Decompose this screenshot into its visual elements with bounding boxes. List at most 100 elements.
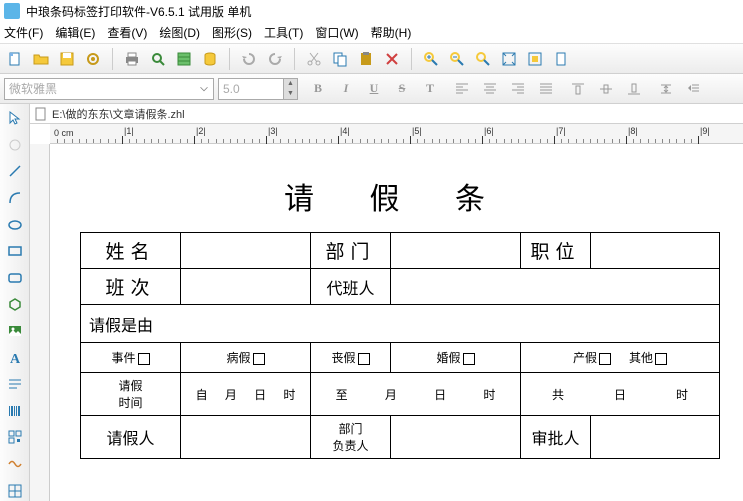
cell-time-from[interactable]: 自月日时	[181, 373, 311, 416]
spacing-button[interactable]	[654, 78, 678, 100]
qrcode-tool[interactable]	[4, 427, 26, 448]
underline-button[interactable]: U	[362, 78, 386, 100]
cell-name-value[interactable]	[181, 233, 311, 269]
italic-button[interactable]: I	[334, 78, 358, 100]
cell-pos-value[interactable]	[591, 233, 720, 269]
wave-tool[interactable]	[4, 454, 26, 475]
cell-time-total[interactable]: 共日时	[521, 373, 720, 416]
preview-button[interactable]	[147, 48, 169, 70]
window-title: 中琅条码标签打印软件-V6.5.1 试用版 单机	[26, 3, 251, 20]
ruler-unit: 0 cm	[54, 128, 74, 138]
bold-button[interactable]: B	[306, 78, 330, 100]
valign-middle-button[interactable]	[594, 78, 618, 100]
align-center-button[interactable]	[478, 78, 502, 100]
zoom-region-button[interactable]	[472, 48, 494, 70]
curve-tool[interactable]	[4, 188, 26, 209]
font-size-input[interactable]: 5.0 ▲▼	[218, 78, 298, 100]
barcode-tool[interactable]	[4, 401, 26, 422]
paste-button[interactable]	[355, 48, 377, 70]
align-right-button[interactable]	[506, 78, 530, 100]
format-toolbar: 微软雅黑 5.0 ▲▼ B I U S T	[0, 74, 743, 104]
cell-dept-value[interactable]	[391, 233, 521, 269]
left-toolbar: A	[0, 104, 30, 501]
rect-tool[interactable]	[4, 241, 26, 262]
roundrect-tool[interactable]	[4, 268, 26, 289]
cell-shift-value[interactable]	[181, 269, 311, 305]
copy-button[interactable]	[329, 48, 351, 70]
open-button[interactable]	[30, 48, 52, 70]
valign-bottom-button[interactable]	[622, 78, 646, 100]
document-tab[interactable]: E:\做的东东\文章请假条.zhl	[30, 104, 743, 124]
zoom-100-button[interactable]	[524, 48, 546, 70]
cell-applicant-value[interactable]	[181, 416, 311, 459]
zoom-page-button[interactable]	[550, 48, 572, 70]
align-left-button[interactable]	[450, 78, 474, 100]
canvas[interactable]: 请 假 条 姓名 部门 职位 班次 代班人	[50, 144, 743, 501]
text-button[interactable]: T	[418, 78, 442, 100]
delete-button[interactable]	[381, 48, 403, 70]
align-justify-button[interactable]	[534, 78, 558, 100]
richtext-tool[interactable]	[4, 374, 26, 395]
cell-applicant-label: 请假人	[81, 416, 181, 459]
menu-view[interactable]: 查看(V)	[107, 24, 147, 41]
valign-top-button[interactable]	[566, 78, 590, 100]
font-select[interactable]: 微软雅黑	[4, 78, 214, 100]
cell-type-marry[interactable]: 婚假	[391, 343, 521, 373]
cell-depthead-value[interactable]	[391, 416, 521, 459]
ruler-vertical	[30, 144, 50, 501]
print-button[interactable]	[121, 48, 143, 70]
cell-approver-label: 审批人	[521, 416, 591, 459]
cell-type-funeral[interactable]: 丧假	[311, 343, 391, 373]
cell-time-label: 请假时间	[81, 373, 181, 416]
redo-button[interactable]	[264, 48, 286, 70]
menu-shape[interactable]: 图形(S)	[212, 24, 252, 41]
grid-tool[interactable]	[4, 480, 26, 501]
menu-edit[interactable]: 编辑(E)	[55, 24, 95, 41]
chevron-down-icon	[197, 82, 211, 96]
zoom-out-button[interactable]	[446, 48, 468, 70]
menu-file[interactable]: 文件(F)	[4, 24, 43, 41]
save-button[interactable]	[56, 48, 78, 70]
separator	[112, 48, 113, 70]
line-tool[interactable]	[4, 161, 26, 182]
menu-help[interactable]: 帮助(H)	[371, 24, 412, 41]
menu-draw[interactable]: 绘图(D)	[159, 24, 200, 41]
database-button[interactable]	[199, 48, 221, 70]
cut-button[interactable]	[303, 48, 325, 70]
indent-button[interactable]	[682, 78, 706, 100]
work-area: A E:\做的东东\文章请假条.zhl 0 cm |1||2||3||4||5|…	[0, 104, 743, 501]
cell-approver-value[interactable]	[591, 416, 720, 459]
cell-pos-label: 职位	[521, 233, 591, 269]
data-button[interactable]	[173, 48, 195, 70]
cell-sub-label: 代班人	[311, 269, 391, 305]
cell-sub-value[interactable]	[391, 269, 720, 305]
strike-button[interactable]: S	[390, 78, 414, 100]
spinner[interactable]: ▲▼	[283, 79, 297, 99]
title-bar: 中琅条码标签打印软件-V6.5.1 试用版 单机	[0, 0, 743, 22]
separator	[229, 48, 230, 70]
pan-tool[interactable]	[4, 135, 26, 156]
cell-type-event[interactable]: 事件	[81, 343, 181, 373]
image-tool[interactable]	[4, 321, 26, 342]
menu-window[interactable]: 窗口(W)	[315, 24, 358, 41]
cell-type-sick[interactable]: 病假	[181, 343, 311, 373]
svg-text:A: A	[10, 352, 21, 366]
undo-button[interactable]	[238, 48, 260, 70]
ellipse-tool[interactable]	[4, 214, 26, 235]
document-path: E:\做的东东\文章请假条.zhl	[52, 106, 185, 122]
zoom-fit-button[interactable]	[498, 48, 520, 70]
cell-type-birth-other[interactable]: 产假 其他	[521, 343, 720, 373]
pointer-tool[interactable]	[4, 108, 26, 129]
menu-tool[interactable]: 工具(T)	[264, 24, 303, 41]
polygon-tool[interactable]	[4, 294, 26, 315]
cell-time-to[interactable]: 至月日时	[311, 373, 521, 416]
zoom-in-button[interactable]	[420, 48, 442, 70]
text-tool[interactable]: A	[4, 347, 26, 368]
checkbox-icon	[253, 353, 265, 365]
form-title: 请 假 条	[80, 174, 713, 218]
new-button[interactable]	[4, 48, 26, 70]
menu-bar: 文件(F) 编辑(E) 查看(V) 绘图(D) 图形(S) 工具(T) 窗口(W…	[0, 22, 743, 44]
leave-form-page: 请 假 条 姓名 部门 职位 班次 代班人	[80, 174, 713, 459]
settings-button[interactable]	[82, 48, 104, 70]
checkbox-icon	[655, 353, 667, 365]
